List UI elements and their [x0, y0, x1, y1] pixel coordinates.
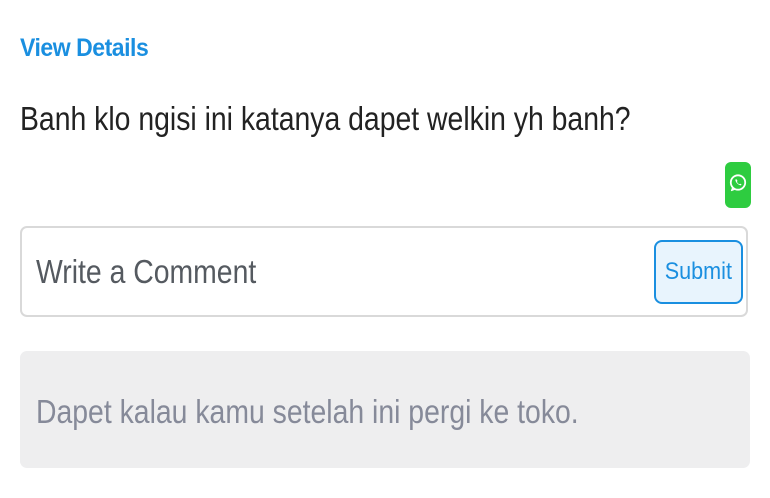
post-question: Banh klo ngisi ini katanya dapet welkin …	[20, 100, 631, 137]
comment-form: Submit	[20, 226, 748, 317]
comment-input[interactable]	[36, 246, 561, 298]
whatsapp-icon	[728, 173, 748, 198]
comment-page: View Details Banh klo ngisi ini katanya …	[0, 0, 770, 498]
submit-button-label: Submit	[664, 258, 733, 285]
answer-box: Dapet kalau kamu setelah ini pergi ke to…	[20, 351, 750, 468]
submit-button[interactable]: Submit	[654, 240, 743, 304]
answer-text: Dapet kalau kamu setelah ini pergi ke to…	[36, 393, 579, 430]
whatsapp-share-button[interactable]	[725, 162, 751, 208]
view-details-link[interactable]: View Details	[20, 34, 149, 63]
